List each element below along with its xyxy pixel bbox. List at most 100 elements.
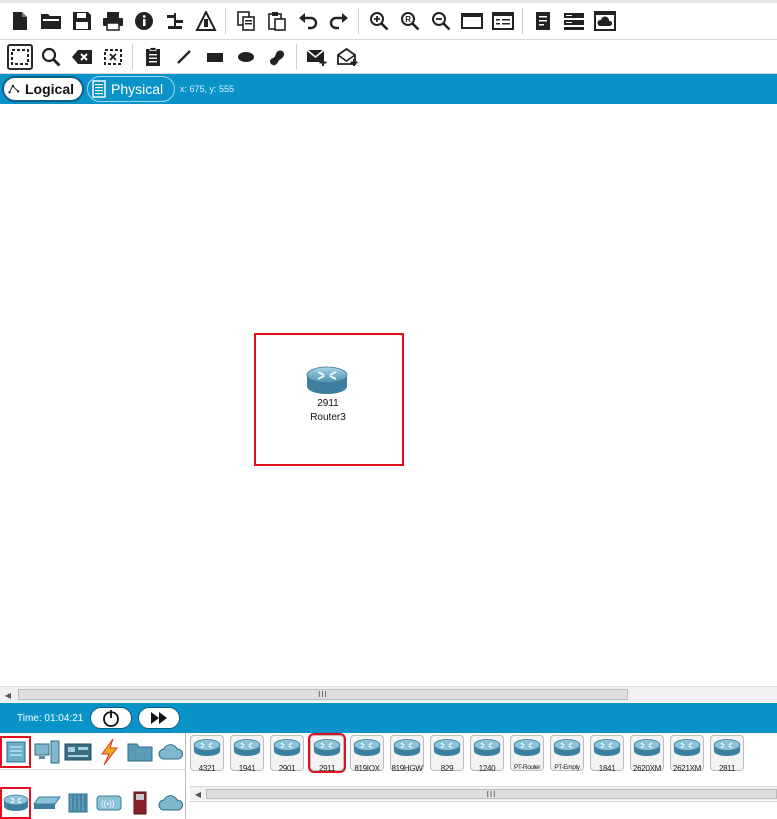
device-list-scrollbar[interactable]: ◀ III bbox=[190, 786, 777, 800]
scroll-grip: III bbox=[486, 789, 497, 799]
device-model-pt-router[interactable]: PT-Router bbox=[510, 735, 544, 771]
subcategory-routers[interactable] bbox=[0, 787, 31, 819]
power-cycle-icon bbox=[103, 708, 120, 727]
workspace-horizontal-scrollbar[interactable]: ◀ III bbox=[0, 686, 777, 702]
router-icon bbox=[393, 738, 421, 763]
ellipse-icon[interactable] bbox=[233, 44, 259, 70]
category-multiuser[interactable] bbox=[155, 736, 186, 768]
device-model-label: 1941 bbox=[238, 764, 256, 773]
folder-icon bbox=[127, 743, 152, 762]
device-model-1240[interactable]: 1240 bbox=[470, 735, 504, 773]
power-cycle-button[interactable] bbox=[90, 707, 133, 729]
category-miscellaneous[interactable] bbox=[124, 736, 155, 768]
rectangle-icon[interactable] bbox=[202, 44, 228, 70]
subcategory-hubs[interactable] bbox=[62, 787, 93, 819]
device-model-2621xm[interactable]: 2621XM bbox=[670, 735, 704, 773]
zoom-reset-icon[interactable]: R bbox=[397, 8, 423, 34]
router-icon bbox=[433, 738, 461, 763]
components-icon bbox=[64, 743, 91, 761]
router-icon bbox=[273, 738, 301, 763]
scroll-thumb[interactable]: III bbox=[18, 689, 628, 700]
save-icon[interactable] bbox=[69, 8, 95, 34]
router-icon bbox=[633, 738, 661, 763]
device-model-label: 2811 bbox=[718, 764, 735, 773]
device-model-2911[interactable]: 2911 bbox=[308, 733, 346, 773]
logical-workspace[interactable]: 2911 Router3 bbox=[0, 104, 777, 686]
svg-text:((•)): ((•)) bbox=[101, 800, 115, 809]
fast-forward-button[interactable] bbox=[138, 707, 181, 729]
activity-wizard-icon[interactable] bbox=[162, 8, 188, 34]
copy-icon[interactable] bbox=[233, 8, 259, 34]
tools-toolbar bbox=[0, 40, 777, 74]
router-icon bbox=[713, 738, 741, 763]
device-model-829[interactable]: 829 bbox=[430, 735, 464, 773]
device-model-label: 2901 bbox=[278, 764, 296, 773]
palette-icon[interactable] bbox=[459, 8, 485, 34]
device-model-label: 1841 bbox=[598, 764, 616, 773]
server-rack-icon[interactable] bbox=[561, 8, 587, 34]
subcategory-security[interactable] bbox=[124, 787, 155, 819]
toolbar-separator bbox=[358, 8, 359, 34]
open-folder-icon[interactable] bbox=[38, 8, 64, 34]
scroll-thumb[interactable]: III bbox=[206, 789, 777, 799]
line-icon[interactable] bbox=[171, 44, 197, 70]
note-icon[interactable] bbox=[140, 44, 166, 70]
scroll-left-arrow-icon[interactable]: ◀ bbox=[190, 787, 206, 801]
redo-icon[interactable] bbox=[326, 8, 352, 34]
delete-icon[interactable] bbox=[69, 44, 95, 70]
complex-pdu-icon[interactable] bbox=[335, 44, 361, 70]
cursor-coordinates: x: 675, y: 555 bbox=[180, 84, 235, 94]
category-end-devices[interactable] bbox=[31, 736, 62, 768]
svg-text:R: R bbox=[405, 15, 411, 24]
router-icon bbox=[353, 738, 381, 763]
physical-view-icon bbox=[92, 80, 106, 98]
fast-forward-icon bbox=[151, 712, 168, 724]
device-model-819iox[interactable]: 819IOX bbox=[350, 735, 384, 773]
toolbar-separator bbox=[225, 8, 226, 34]
zoom-in-icon[interactable] bbox=[366, 8, 392, 34]
device-model-1941[interactable]: 1941 bbox=[230, 735, 264, 773]
device-model-2901[interactable]: 2901 bbox=[270, 735, 304, 773]
resize-icon[interactable] bbox=[100, 44, 126, 70]
tab-physical[interactable]: Physical bbox=[87, 76, 175, 102]
simple-pdu-icon[interactable] bbox=[304, 44, 330, 70]
device-model-4321[interactable]: 4321 bbox=[190, 735, 224, 773]
device-model-2811[interactable]: 2811 bbox=[710, 735, 744, 773]
inspect-icon[interactable] bbox=[38, 44, 64, 70]
category-network-devices[interactable] bbox=[0, 736, 31, 768]
end-devices-icon bbox=[34, 740, 59, 764]
tab-logical[interactable]: Logical bbox=[2, 76, 84, 102]
subcategory-switches[interactable] bbox=[31, 787, 62, 819]
router-icon bbox=[473, 738, 501, 763]
router-icon bbox=[673, 738, 701, 763]
device-list-bottom-border bbox=[190, 801, 777, 802]
text-editor-icon[interactable] bbox=[530, 8, 556, 34]
freeform-icon[interactable] bbox=[264, 44, 290, 70]
connections-lightning-icon bbox=[100, 738, 118, 766]
device-model-list: 4321 1941 2901 2911 819IOX 819HGW 829 1240 PT-Ro… bbox=[190, 733, 777, 775]
new-file-icon[interactable] bbox=[7, 8, 33, 34]
network-info-icon[interactable] bbox=[193, 8, 219, 34]
device-model-label: 819HGW bbox=[391, 764, 423, 773]
scroll-left-arrow-icon[interactable]: ◀ bbox=[0, 687, 16, 703]
device-model-1841[interactable]: 1841 bbox=[590, 735, 624, 773]
paste-icon[interactable] bbox=[264, 8, 290, 34]
custom-device-icon[interactable] bbox=[490, 8, 516, 34]
info-icon[interactable] bbox=[131, 8, 157, 34]
device-model-pt-empty[interactable]: PT-Empty bbox=[550, 735, 584, 771]
tab-logical-label: Logical bbox=[24, 81, 74, 97]
print-icon[interactable] bbox=[100, 8, 126, 34]
router-device[interactable] bbox=[305, 364, 349, 401]
select-icon[interactable] bbox=[6, 43, 33, 70]
zoom-out-icon[interactable] bbox=[428, 8, 454, 34]
router-icon bbox=[193, 738, 221, 763]
cloud-icon[interactable] bbox=[592, 8, 618, 34]
subcategory-wan-emulation[interactable] bbox=[155, 787, 186, 819]
device-model-819hgw[interactable]: 819HGW bbox=[390, 735, 424, 773]
category-connections[interactable] bbox=[93, 736, 124, 768]
network-devices-icon bbox=[6, 741, 25, 763]
device-model-2620xm[interactable]: 2620XM bbox=[630, 735, 664, 773]
subcategory-wireless[interactable]: ((•)) bbox=[93, 787, 124, 819]
category-components[interactable] bbox=[62, 736, 93, 768]
undo-icon[interactable] bbox=[295, 8, 321, 34]
